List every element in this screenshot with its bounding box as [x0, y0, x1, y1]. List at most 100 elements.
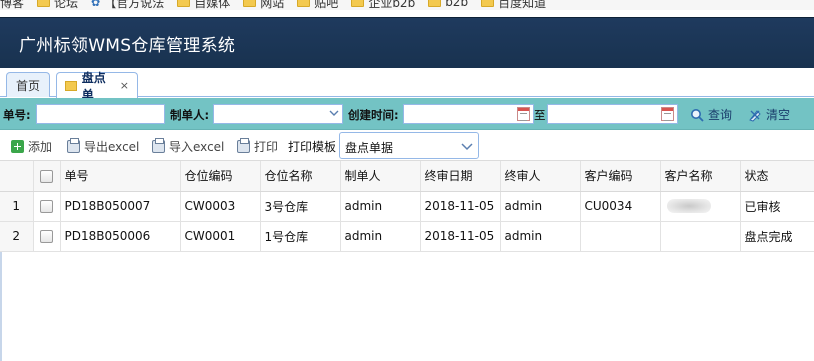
cell-customer-code: CU0034	[580, 191, 661, 222]
print-template-value: 盘点单据	[345, 141, 394, 155]
bookmarks-bar: 博客 论坛 ✿ 【官方说法 自媒体 网站 贴吧 企业b2b b2b 百度知道	[0, 0, 814, 10]
bookmark-label: b2b	[445, 0, 469, 9]
order-no-input[interactable]	[36, 104, 165, 124]
print-button[interactable]: 打印	[237, 138, 278, 155]
query-button[interactable]: 查询	[690, 106, 732, 123]
cell-final-date: 2018-11-05	[420, 191, 501, 222]
data-grid: 单号 仓位编码 仓位名称 制单人 终审日期 终审人 客户编码 客户名称 状态 1…	[0, 160, 814, 252]
add-icon	[11, 140, 24, 153]
tab-bar: 首页 盘点单 ×	[0, 68, 814, 102]
bookmark-label: 论坛	[54, 0, 79, 10]
cell-status: 已审核	[740, 191, 814, 222]
print-template-label: 打印模板	[288, 140, 337, 154]
date-from-input[interactable]	[403, 104, 534, 124]
bookmark-item[interactable]: ✿ 【官方说法	[91, 0, 164, 10]
cell-status: 盘点完成	[740, 221, 814, 252]
cell-approver: admin	[500, 191, 581, 222]
bookmark-item[interactable]: 百度知道	[481, 0, 546, 10]
bookmark-item[interactable]: 博客	[0, 0, 24, 10]
bookmark-label: 企业b2b	[368, 0, 416, 10]
close-icon[interactable]: ×	[120, 79, 129, 92]
left-edge-border	[0, 252, 2, 361]
bookmark-label: 百度知道	[498, 0, 547, 10]
column-header[interactable]: 单号	[60, 161, 181, 192]
app-title: 广州标领WMS仓库管理系统	[19, 36, 236, 56]
row-checkbox[interactable]	[33, 191, 61, 222]
tab-inventory-count[interactable]: 盘点单 ×	[56, 71, 138, 102]
calendar-icon[interactable]	[517, 107, 530, 121]
import-button-label: 导入excel	[169, 140, 225, 154]
folder-icon	[37, 0, 51, 7]
row-number: 1	[0, 191, 34, 222]
tab-label: 首页	[15, 78, 40, 93]
grid-header-row: 单号 仓位编码 仓位名称 制单人 终审日期 终审人 客户编码 客户名称 状态	[0, 161, 814, 192]
column-header[interactable]: 制单人	[340, 161, 421, 192]
cell-location-name: 1号仓库	[260, 221, 341, 252]
created-time-label: 创建时间:	[348, 108, 399, 122]
table-row[interactable]: 2 PD18B050006 CW0001 1号仓库 admin 2018-11-…	[0, 221, 814, 252]
chevron-down-icon	[461, 143, 473, 151]
bookmark-item[interactable]: 企业b2b	[351, 0, 415, 10]
clear-button[interactable]: 清空	[748, 106, 790, 123]
import-excel-button[interactable]: 导入excel	[152, 138, 224, 155]
print-icon	[152, 138, 165, 153]
print-template-select[interactable]: 盘点单据	[339, 132, 479, 159]
column-header[interactable]: 客户编码	[580, 161, 661, 192]
folder-icon	[243, 0, 257, 7]
column-header[interactable]: 状态	[740, 161, 814, 192]
table-row[interactable]: 1 PD18B050007 CW0003 3号仓库 admin 2018-11-…	[0, 191, 814, 222]
row-number-header	[0, 161, 34, 192]
bookmark-item[interactable]: 论坛	[37, 0, 78, 10]
cell-location-code: CW0001	[180, 221, 261, 252]
column-header[interactable]: 客户名称	[660, 161, 741, 192]
folder-icon	[481, 0, 495, 7]
bookmark-item[interactable]: 网站	[243, 0, 284, 10]
column-header[interactable]: 仓位编码	[180, 161, 261, 192]
print-icon	[67, 138, 80, 153]
bookmark-label: 【官方说法	[104, 0, 165, 10]
add-button[interactable]: 添加	[11, 138, 52, 155]
cell-customer-name	[660, 191, 741, 222]
print-icon	[237, 138, 250, 153]
export-button-label: 导出excel	[84, 140, 140, 154]
bookmark-item[interactable]: 自媒体	[177, 0, 230, 10]
cell-customer-name	[660, 221, 741, 252]
folder-icon	[351, 0, 365, 7]
search-bar: 单号: 制单人: 创建时间: 至 查询 清空	[0, 98, 814, 130]
query-button-label: 查询	[708, 108, 733, 122]
export-excel-button[interactable]: 导出excel	[67, 138, 139, 155]
chevron-down-icon	[329, 110, 339, 116]
column-header[interactable]: 终审日期	[420, 161, 501, 192]
print-button-label: 打印	[254, 140, 279, 154]
cell-location-name: 3号仓库	[260, 191, 341, 222]
bookmark-label: 网站	[260, 0, 285, 10]
cell-order-no: PD18B050007	[60, 191, 181, 222]
search-icon	[691, 108, 704, 122]
checkbox-icon	[40, 169, 53, 183]
date-to-input[interactable]	[547, 104, 678, 124]
select-all-checkbox[interactable]	[33, 161, 61, 192]
checkbox-icon	[40, 200, 53, 213]
tab-home[interactable]: 首页	[6, 72, 50, 97]
creator-select[interactable]	[213, 104, 343, 124]
cell-location-code: CW0003	[180, 191, 261, 222]
order-no-label: 单号:	[3, 108, 31, 122]
clear-button-label: 清空	[766, 108, 791, 122]
row-checkbox[interactable]	[33, 221, 61, 252]
creator-label: 制单人:	[170, 108, 210, 122]
gear-icon: ✿	[91, 0, 101, 9]
checkbox-icon	[40, 230, 53, 243]
toolbar: 添加 导出excel 导入excel 打印 打印模板 盘点单据	[0, 131, 814, 160]
row-number: 2	[0, 221, 34, 252]
calendar-icon[interactable]	[661, 107, 674, 121]
cell-approver: admin	[500, 221, 581, 252]
folder-icon	[428, 0, 442, 7]
column-header[interactable]: 终审人	[500, 161, 581, 192]
bookmark-item[interactable]: 贴吧	[297, 0, 338, 10]
cell-final-date: 2018-11-05	[420, 221, 501, 252]
redacted-blur	[666, 199, 711, 214]
bookmark-label: 自媒体	[194, 0, 231, 10]
column-header[interactable]: 仓位名称	[260, 161, 341, 192]
cell-creator: admin	[340, 191, 421, 222]
bookmark-item[interactable]: b2b	[428, 0, 468, 9]
